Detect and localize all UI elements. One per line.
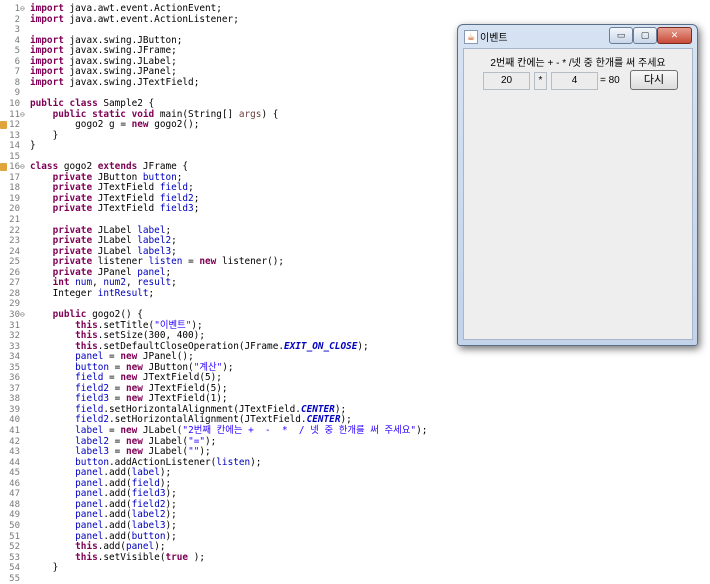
line-number: 27 bbox=[9, 278, 20, 289]
fold-toggle-icon[interactable]: ⊖ bbox=[20, 162, 28, 173]
line-number: 9 bbox=[14, 88, 20, 99]
code-text: } bbox=[30, 140, 36, 152]
line-number: 55 bbox=[9, 573, 20, 584]
code-line[interactable]: 53 this.setVisible(true ); bbox=[0, 552, 460, 564]
result-label: = 80 bbox=[600, 75, 620, 86]
first-number-field[interactable]: 20 bbox=[483, 72, 530, 90]
code-line[interactable]: 8 import javax.swing.JTextField; bbox=[0, 76, 460, 89]
line-number: 6 bbox=[14, 56, 20, 67]
line-number: 30 bbox=[9, 309, 20, 320]
maximize-button[interactable]: ▢ bbox=[633, 27, 657, 44]
line-number: 52 bbox=[9, 542, 20, 553]
code-text: Integer intResult; bbox=[30, 287, 155, 299]
line-number: 23 bbox=[9, 236, 20, 247]
line-number: 29 bbox=[9, 299, 20, 310]
line-number: 13 bbox=[9, 130, 20, 141]
line-number: 17 bbox=[9, 172, 20, 183]
line-number: 47 bbox=[9, 489, 20, 500]
line-number: 41 bbox=[9, 426, 20, 436]
code-line[interactable]: 20 private JTextField field3; bbox=[0, 204, 460, 215]
line-number: 15 bbox=[9, 151, 20, 162]
line-number: 34 bbox=[9, 352, 20, 363]
line-number: 36 bbox=[9, 373, 20, 384]
code-line[interactable]: 12 gogo2 g = new gogo2(); bbox=[0, 119, 460, 131]
code-line[interactable]: 54 } bbox=[0, 562, 460, 574]
code-line[interactable]: 28 Integer intResult; bbox=[0, 287, 460, 300]
line-number: 21 bbox=[9, 215, 20, 225]
code-text: private JTextField field3; bbox=[52, 203, 200, 215]
line-number: 12 bbox=[9, 120, 20, 131]
fold-toggle-icon[interactable]: ⊖ bbox=[20, 4, 28, 15]
line-number: 31 bbox=[9, 320, 20, 331]
swing-window[interactable]: ☕ 이벤트 ▭ ▢ ✕ 2번째 칸에는 + - * /넷 중 한개를 써 주세요… bbox=[457, 24, 698, 346]
line-number: 32 bbox=[9, 331, 20, 342]
line-number: 46 bbox=[9, 478, 20, 489]
close-button[interactable]: ✕ bbox=[657, 27, 692, 44]
code-text: import java.awt.event.ActionListener; bbox=[30, 13, 239, 25]
window-titlebar[interactable]: ☕ 이벤트 ▭ ▢ ✕ bbox=[458, 25, 697, 47]
line-number: 33 bbox=[9, 341, 20, 352]
java-icon: ☕ bbox=[464, 30, 478, 44]
line-number: 48 bbox=[9, 499, 20, 510]
window-panel: 2번째 칸에는 + - * /넷 중 한개를 써 주세요 20 * 4 = 80… bbox=[463, 48, 693, 340]
line-number: 14 bbox=[9, 141, 20, 152]
line-number: 10 bbox=[9, 98, 20, 109]
line-number: 40 bbox=[9, 415, 20, 426]
line-number: 44 bbox=[9, 457, 20, 468]
instruction-label: 2번째 칸에는 + - * /넷 중 한개를 써 주세요 bbox=[490, 58, 666, 69]
line-number: 43 bbox=[9, 447, 20, 458]
line-number: 38 bbox=[9, 394, 20, 405]
line-number: 25 bbox=[9, 257, 20, 268]
line-number: 28 bbox=[9, 288, 20, 299]
line-number: 3 bbox=[14, 25, 20, 36]
code-line[interactable]: 13 } bbox=[0, 130, 460, 142]
line-number: 11 bbox=[9, 109, 20, 120]
line-number: 42 bbox=[9, 436, 20, 447]
code-line[interactable]: 14} bbox=[0, 140, 460, 152]
line-number: 37 bbox=[9, 383, 20, 394]
again-button[interactable]: 다시 bbox=[630, 70, 678, 90]
line-number: 35 bbox=[9, 362, 20, 373]
line-number: 20 bbox=[9, 204, 20, 215]
line-number: 26 bbox=[9, 267, 20, 278]
line-number: 50 bbox=[9, 520, 20, 531]
line-number: 8 bbox=[14, 77, 20, 88]
line-number: 1 bbox=[14, 4, 20, 14]
fold-toggle-icon[interactable]: ⊖ bbox=[20, 310, 28, 321]
line-number: 4 bbox=[14, 35, 20, 46]
window-title: 이벤트 bbox=[480, 33, 508, 44]
line-number: 51 bbox=[9, 531, 20, 542]
line-number: 2 bbox=[14, 14, 20, 25]
line-number: 54 bbox=[9, 563, 20, 574]
line-number: 16 bbox=[9, 162, 20, 173]
code-text: import javax.swing.JTextField; bbox=[30, 76, 200, 88]
line-number: 49 bbox=[9, 510, 20, 521]
fold-toggle-icon[interactable]: ⊖ bbox=[20, 110, 28, 121]
line-number: 53 bbox=[9, 552, 20, 563]
line-number: 18 bbox=[9, 183, 20, 194]
line-number: 45 bbox=[9, 468, 20, 479]
second-number-field[interactable]: 4 bbox=[551, 72, 598, 90]
line-number: 22 bbox=[9, 225, 20, 236]
operator-field[interactable]: * bbox=[534, 72, 547, 90]
line-number: 5 bbox=[14, 46, 20, 57]
line-number: 39 bbox=[9, 404, 20, 415]
line-number: 19 bbox=[9, 193, 20, 204]
code-text: } bbox=[30, 562, 59, 574]
code-line[interactable]: 55 bbox=[0, 574, 460, 584]
minimize-button[interactable]: ▭ bbox=[609, 27, 633, 44]
line-number: 24 bbox=[9, 246, 20, 257]
line-number: 7 bbox=[14, 67, 20, 78]
code-line[interactable]: 2 import java.awt.event.ActionListener; bbox=[0, 13, 460, 26]
